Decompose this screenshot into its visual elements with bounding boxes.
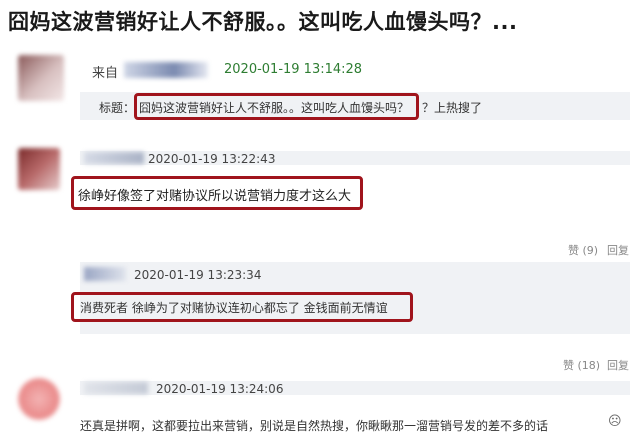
post-title-suffix: ？上热搜了 (422, 101, 483, 115)
post-title-text: 囧妈这波营销好让人不舒服。。这叫吃人血馒头吗？ (139, 101, 410, 115)
comment-1-text: 徐峥好像签了对赌协议所以说营销力度才这么大 (78, 189, 352, 204)
comment-3-timestamp: 2020-01-19 13:24:06 (156, 382, 284, 396)
sad-face-emoji-icon: ☹ (608, 414, 622, 429)
post-avatar[interactable] (18, 55, 64, 101)
comment-2-text: 消费死者 徐峥为了对赌协议连初心都忘了 金钱面前无情谊 (80, 301, 388, 315)
comment-2-timestamp: 2020-01-19 13:23:34 (134, 268, 262, 282)
comment-1-like-button[interactable]: 赞 (9) (568, 242, 598, 258)
page-headline: 囧妈这波营销好让人不舒服。。这叫吃人血馒头吗？... (8, 10, 518, 34)
comment-1-avatar[interactable] (18, 148, 60, 190)
comment-2-username[interactable] (84, 267, 126, 281)
comment-2-reply-button[interactable]: 回复 (607, 357, 629, 373)
comment-1-timestamp: 2020-01-19 13:22:43 (148, 152, 276, 166)
comment-1-username[interactable] (84, 152, 144, 164)
post-timestamp: 2020-01-19 13:14:28 (224, 62, 363, 77)
post-author-name[interactable] (124, 62, 208, 78)
comment-3-avatar[interactable] (18, 378, 60, 420)
comment-2-like-button[interactable]: 赞 (18) (563, 357, 600, 373)
post-title-label: 标题： (99, 101, 136, 115)
post-source-label: 来自 (92, 66, 119, 81)
comment-3-username[interactable] (84, 382, 148, 394)
comment-1-reply-button[interactable]: 回复 (607, 242, 629, 258)
comment-3-text: 还真是拼啊，这都要拉出来营销，别说是自然热搜，你瞅瞅那一溜营销号发的差不多的话 (80, 419, 549, 433)
